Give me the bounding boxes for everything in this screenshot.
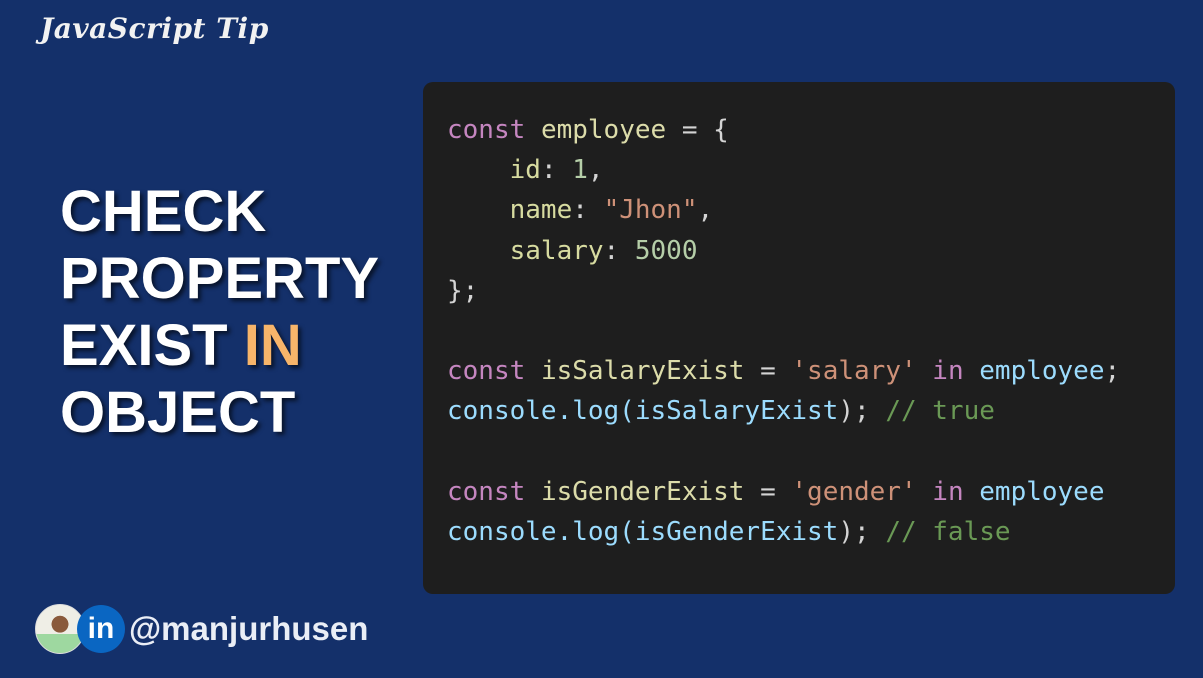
code-line: salary: 5000: [447, 231, 1120, 271]
code-block: const employee = { id: 1, name: "Jhon", …: [423, 82, 1175, 594]
code-token-kw: in: [932, 476, 964, 507]
code-token-op: [525, 356, 541, 386]
code-token-op: [870, 517, 886, 547]
code-token-op: [964, 356, 980, 386]
code-token-op: = {: [666, 115, 729, 145]
code-token-op: );: [838, 517, 870, 548]
code-line: const isSalaryExist = 'salary' in employ…: [447, 351, 1120, 391]
code-token-str: 'gender': [791, 476, 917, 507]
code-token-prop: name: [509, 195, 573, 226]
code-token-id: employee: [979, 476, 1105, 507]
code-token-op: ,: [587, 155, 604, 186]
headline-line: CHECK: [60, 179, 267, 244]
code-token-kw: const: [447, 356, 526, 387]
code-token-op: };: [447, 275, 479, 306]
code-token-op: [525, 115, 541, 145]
code-line: name: "Jhon",: [447, 190, 1120, 230]
code-token-kw: const: [447, 115, 526, 145]
code-line: console.log(isGenderExist); // false: [447, 512, 1120, 552]
headline-line: OBJECT: [60, 380, 296, 445]
code-token-cm: // true: [885, 396, 995, 427]
headline-highlight: IN: [243, 313, 302, 378]
code-token-op: :: [603, 235, 635, 266]
code-token-op: [917, 356, 933, 386]
code-token-op: [447, 195, 510, 225]
linkedin-icon: in: [77, 605, 125, 653]
code-line: };: [447, 271, 1120, 311]
headline-word: EXIST: [60, 313, 228, 378]
headline-line: EXIST IN: [60, 312, 379, 379]
author-footer: in @manjurhusen: [35, 604, 368, 654]
code-token-var: employee: [540, 115, 667, 145]
code-line: id: 1,: [447, 150, 1120, 190]
code-token-op: [917, 477, 933, 507]
code-line: const isGenderExist = 'gender' in employ…: [447, 472, 1120, 512]
code-token-prop: salary: [509, 235, 604, 266]
code-token-id: employee: [979, 356, 1105, 387]
code-token-op: [525, 477, 541, 507]
code-token-prop: id: [509, 155, 541, 186]
code-token-op: );: [838, 396, 870, 427]
code-token-str: 'salary': [791, 356, 917, 387]
code-token-op: [870, 396, 886, 426]
code-token-kw: in: [932, 356, 964, 387]
code-token-op: =: [744, 476, 792, 507]
code-token-str: "Jhon": [603, 195, 698, 226]
code-token-num: 5000: [634, 235, 698, 266]
code-token-var: isSalaryExist: [540, 356, 745, 387]
code-text: const employee = { id: 1, name: "Jhon", …: [447, 110, 1120, 552]
code-token-id: isGenderExist: [634, 517, 839, 548]
code-token-op: :: [540, 155, 573, 186]
code-token-var: isGenderExist: [540, 476, 745, 507]
headline-line: PROPERTY: [60, 246, 380, 311]
code-token-op: :: [572, 195, 604, 226]
author-handle: @manjurhusen: [129, 610, 369, 647]
code-line: const employee = {: [447, 110, 1120, 150]
code-token-num: 1: [572, 155, 588, 186]
headline: CHECK PROPERTY EXIST IN OBJECT: [60, 178, 379, 446]
code-token-op: ,: [697, 195, 714, 226]
code-token-kw: const: [447, 476, 526, 507]
code-token-id: isSalaryExist: [634, 396, 839, 427]
code-token-op: =: [744, 356, 792, 387]
code-line: console.log(isSalaryExist); // true: [447, 391, 1120, 431]
code-token-id: console.log(: [447, 517, 635, 548]
code-token-op: [447, 236, 510, 266]
javascript-tip-label: JavaScript Tip: [40, 12, 269, 45]
code-token-op: [964, 477, 980, 507]
code-token-op: ;: [1104, 356, 1121, 387]
code-token-cm: // false: [885, 517, 1011, 548]
code-token-id: console.log(: [447, 396, 635, 427]
code-token-op: [447, 155, 510, 185]
